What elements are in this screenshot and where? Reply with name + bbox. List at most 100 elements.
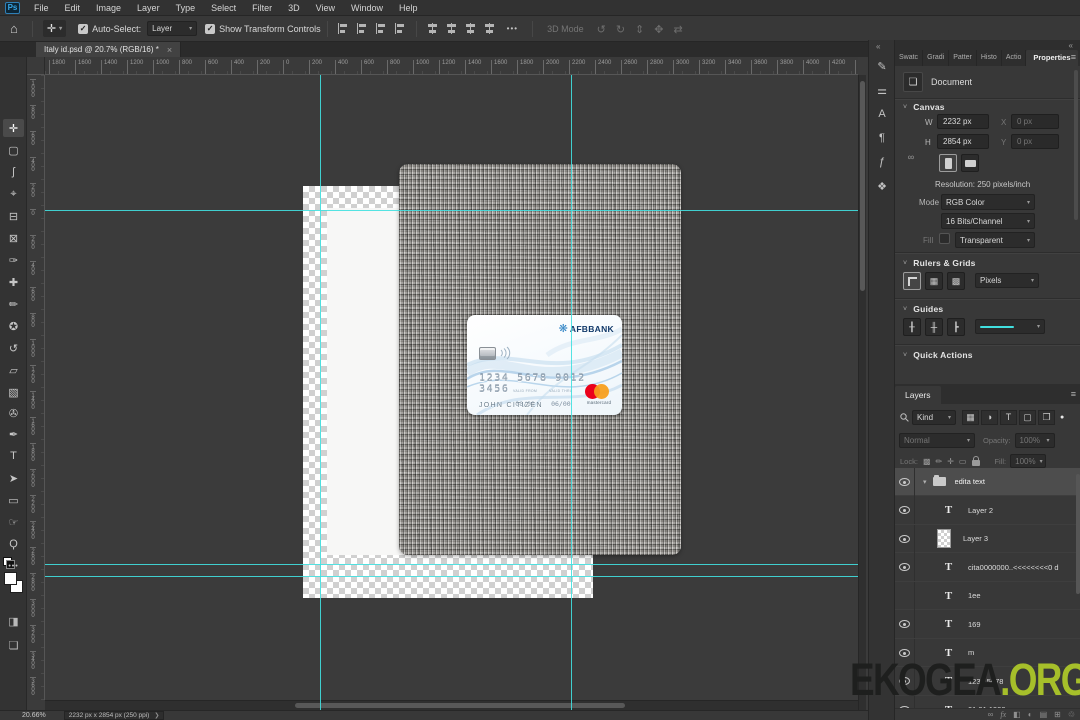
path-selection-tool[interactable]: ➤ (3, 469, 24, 487)
gradient-tool[interactable]: ▧ (3, 383, 24, 401)
fill-dropdown[interactable]: Transparent ▾ (955, 232, 1035, 248)
photoshop-logo-icon[interactable]: Ps (5, 1, 20, 14)
chevron-down-icon[interactable]: ▾ (923, 478, 927, 486)
layer-visibility-toggle[interactable] (895, 581, 915, 610)
history-brush-tool[interactable]: ↺ (3, 339, 24, 357)
close-icon[interactable]: × (167, 45, 172, 55)
healing-brush-tool[interactable]: ✚ (3, 273, 24, 291)
vertical-scrollbar-thumb[interactable] (860, 81, 865, 291)
properties-scrollbar-thumb[interactable] (1074, 70, 1078, 220)
horizontal-scrollbar[interactable] (45, 700, 858, 710)
layer-visibility-toggle[interactable] (895, 468, 915, 496)
document-tab[interactable]: Italy id.psd @ 20.7% (RGB/16) * × (36, 42, 182, 57)
horizontal-ruler[interactable]: 2000180016001400120010008006004002000200… (45, 57, 858, 75)
layer-row[interactable]: T 1234 5678 (895, 667, 1080, 696)
menu-item-filter[interactable]: Filter (244, 0, 280, 16)
lock-position-icon[interactable]: ✛ (947, 457, 954, 466)
tab-patter[interactable]: Patter (949, 50, 977, 66)
shape-tool[interactable]: ▭ (3, 491, 24, 509)
layers-scrollbar-thumb[interactable] (1076, 474, 1080, 594)
menu-item-help[interactable]: Help (391, 0, 426, 16)
panel-menu-icon[interactable]: ≡ (1071, 52, 1076, 62)
layer-thumbnail[interactable] (937, 529, 951, 548)
menu-item-edit[interactable]: Edit (57, 0, 89, 16)
delete-layer-icon[interactable]: ♲ (1068, 710, 1075, 720)
color-mode-dropdown[interactable]: RGB Color ▾ (941, 194, 1035, 210)
filter-type-layers-icon[interactable]: T (1000, 409, 1017, 425)
eyedropper-tool[interactable]: ✑ (3, 251, 24, 269)
layer-visibility-toggle[interactable] (895, 610, 915, 638)
collapse-panels-icon[interactable]: « (1069, 41, 1073, 50)
crop-tool[interactable]: ⊟ (3, 207, 24, 225)
tab-histo[interactable]: Histo (977, 50, 1002, 66)
move-tool[interactable]: ✛ (3, 119, 24, 137)
character-panel-icon[interactable]: A (869, 104, 895, 124)
menu-item-layer[interactable]: Layer (129, 0, 168, 16)
align-top-icon[interactable] (394, 22, 406, 34)
toggle-rulers-button[interactable] (903, 272, 921, 290)
brush-tool[interactable]: ✏ (3, 295, 24, 313)
filter-adjustment-layers-icon[interactable]: ◑ (981, 409, 998, 425)
layer-effects-icon[interactable]: fx (1000, 710, 1006, 720)
distribute-center-icon[interactable] (446, 22, 457, 34)
toggle-guides-button[interactable]: ╂ (903, 318, 921, 336)
toggle-grid-button[interactable]: ▦ (925, 272, 943, 290)
lock-pixels-icon[interactable]: ✏ (936, 457, 943, 466)
layer-row[interactable]: Tcita0000000..<<<<<<<<0 d (895, 553, 1080, 582)
tab-gradi[interactable]: Gradi (923, 50, 950, 66)
link-dimensions-icon[interactable]: ∞ (907, 153, 915, 162)
filter-kind-dropdown[interactable]: Kind ▾ (912, 409, 956, 425)
menu-item-file[interactable]: File (26, 0, 57, 16)
menu-item-3d[interactable]: 3D (280, 0, 308, 16)
layer-visibility-toggle[interactable] (895, 695, 915, 708)
layer-row[interactable]: T Layer 2 (895, 496, 1080, 525)
quick-mask-button[interactable]: ◨ (3, 613, 24, 629)
align-left-icon[interactable] (337, 22, 349, 34)
object-selection-tool[interactable]: ⌖ (3, 185, 24, 203)
layer-row[interactable]: Layer 3 (895, 524, 1080, 553)
brush-settings-icon[interactable]: ✎ (869, 56, 895, 76)
blur-tool[interactable]: ✇ (3, 404, 24, 422)
layer-visibility-toggle[interactable] (895, 667, 915, 695)
layer-visibility-toggle[interactable] (895, 638, 915, 667)
filter-shape-layers-icon[interactable]: ▢ (1019, 409, 1036, 425)
layer-group-icon[interactable]: ▤ (1040, 710, 1048, 720)
quick-actions-section-header[interactable]: ˅ Quick Actions (903, 350, 973, 360)
eraser-tool[interactable]: ▱ (3, 361, 24, 379)
layer-mask-icon[interactable]: ◧ (1013, 710, 1021, 720)
layer-row[interactable]: T 169 (895, 610, 1080, 639)
lock-artboard-icon[interactable]: ▭ (959, 457, 967, 466)
active-tool-preset[interactable]: ✛ ▾ (42, 20, 67, 37)
foreground-color-swatch[interactable] (4, 572, 17, 585)
distribute-left-icon[interactable] (427, 22, 438, 34)
filter-smart-objects-icon[interactable]: ❒ (1038, 409, 1055, 425)
lock-transparency-icon[interactable]: ▩ (923, 457, 931, 466)
paragraph-panel-icon[interactable]: ¶ (869, 128, 895, 148)
collapse-dock-icon[interactable]: « (876, 42, 880, 51)
type-tool[interactable]: T (3, 447, 24, 465)
align-center-horizontal-icon[interactable] (356, 22, 368, 34)
layers-fill-input[interactable]: 100% ▾ (1010, 454, 1047, 468)
tab-swatc[interactable]: Swatc (895, 50, 924, 66)
vertical-ruler[interactable]: 1000 800 600 400 200 0 200 400 600 800 1000 1200 140… (27, 75, 45, 700)
menu-item-select[interactable]: Select (203, 0, 244, 16)
opacity-input[interactable]: 100% ▾ (1014, 432, 1055, 448)
lock-all-icon[interactable] (972, 455, 981, 466)
layer-visibility-toggle[interactable] (895, 553, 915, 581)
more-options-icon[interactable]: ••• (507, 24, 518, 33)
guide-color-dropdown[interactable]: ▾ (975, 319, 1045, 334)
horizontal-scrollbar-thumb[interactable] (295, 703, 625, 708)
ruler-units-dropdown[interactable]: Pixels ▾ (975, 273, 1039, 288)
menu-item-view[interactable]: View (308, 0, 343, 16)
bit-depth-dropdown[interactable]: 16 Bits/Channel ▾ (941, 213, 1035, 229)
layer-row[interactable]: Tm (895, 638, 1080, 667)
landscape-orientation-button[interactable] (961, 154, 979, 172)
pen-tool[interactable]: ✒ (3, 425, 24, 443)
filter-pixel-layers-icon[interactable]: ▦ (962, 409, 979, 425)
document-size-info[interactable]: 2232 px x 2854 px (250 ppi) ❯ (63, 711, 165, 720)
layers-panel-menu-icon[interactable]: ≡ (1071, 389, 1076, 399)
screen-mode-button[interactable]: ❏ (3, 637, 24, 653)
lasso-tool[interactable]: ʃ (3, 163, 24, 181)
distribute-bottom-icon[interactable] (484, 22, 495, 34)
menu-item-image[interactable]: Image (88, 0, 129, 16)
